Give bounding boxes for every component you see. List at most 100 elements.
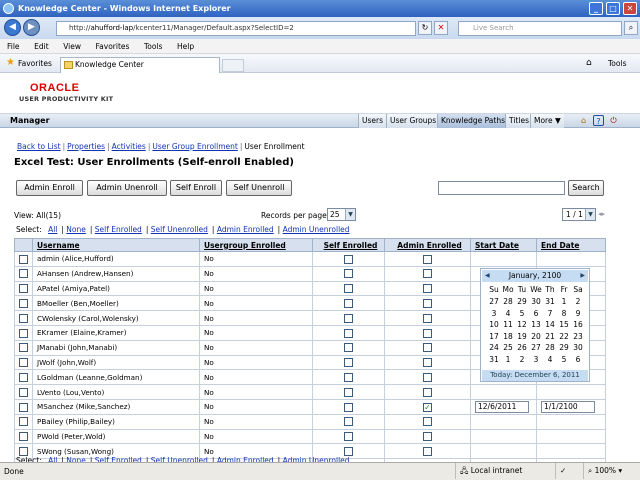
row-select-checkbox[interactable] xyxy=(19,254,28,264)
admin-enrolled-checkbox[interactable] xyxy=(423,358,432,368)
search-input[interactable] xyxy=(438,181,565,195)
select-self-unenrolled-link[interactable]: Self Unenrolled xyxy=(151,225,208,234)
calendar-day[interactable]: 19 xyxy=(515,332,529,342)
calendar-day[interactable]: 7 xyxy=(543,309,557,319)
calendar-day[interactable]: 29 xyxy=(557,343,571,353)
calendar-day[interactable]: 11 xyxy=(501,320,515,330)
back-arrow-icon[interactable]: ◀ xyxy=(4,19,21,36)
calendar-day[interactable]: 15 xyxy=(557,320,571,330)
row-select-checkbox[interactable] xyxy=(19,269,28,279)
self-enrolled-checkbox[interactable] xyxy=(344,269,353,279)
address-input[interactable]: http://ahufford-lap/kcenter11/Manager/De… xyxy=(56,21,416,36)
calendar-day[interactable]: 26 xyxy=(515,343,529,353)
live-search-input[interactable]: Live Search xyxy=(458,21,622,36)
calendar-day[interactable]: 5 xyxy=(557,355,571,365)
calendar-day[interactable]: 13 xyxy=(529,320,543,330)
page-select[interactable]: 1 / 1 ▼ xyxy=(562,208,596,221)
search-button[interactable]: Search xyxy=(568,180,604,196)
calendar-day[interactable]: 20 xyxy=(529,332,543,342)
self-enrolled-checkbox[interactable] xyxy=(344,373,353,383)
tools-menu[interactable]: Tools xyxy=(608,54,626,73)
row-select-checkbox[interactable] xyxy=(19,343,28,353)
records-per-page-select[interactable]: 25 ▼ xyxy=(327,208,356,221)
row-select-checkbox[interactable] xyxy=(19,417,28,427)
admin-enrolled-checkbox[interactable] xyxy=(423,343,432,353)
self-enrolled-checkbox[interactable] xyxy=(344,387,353,397)
forward-arrow-icon[interactable]: ▶ xyxy=(23,19,40,36)
menu-view[interactable]: View xyxy=(63,39,81,54)
self-enroll-button[interactable]: Self Enroll xyxy=(170,180,222,196)
row-select-checkbox[interactable] xyxy=(19,432,28,442)
row-select-checkbox[interactable] xyxy=(19,284,28,294)
admin-enrolled-checkbox[interactable] xyxy=(423,299,432,309)
home-icon[interactable]: ⌂ xyxy=(586,58,592,68)
admin-enrolled-checkbox[interactable] xyxy=(423,313,432,323)
help-icon[interactable]: ? xyxy=(593,115,604,126)
menu-tools[interactable]: Tools xyxy=(144,39,162,54)
date-picker-calendar[interactable]: ◀ January, 2100 ▶ Su Mo Tu We Th Fr Sa 27 28 29 30… xyxy=(480,268,590,382)
admin-enrolled-checkbox[interactable] xyxy=(423,387,432,397)
calendar-day[interactable]: 9 xyxy=(571,309,585,319)
header-self-enrolled[interactable]: Self Enrolled xyxy=(312,238,385,252)
calendar-day[interactable]: 28 xyxy=(543,343,557,353)
calendar-day[interactable]: 10 xyxy=(487,320,501,330)
calendar-day[interactable]: 4 xyxy=(501,309,515,319)
menu-file[interactable]: File xyxy=(7,39,20,54)
refresh-icon[interactable]: ↻ xyxy=(418,21,432,35)
calendar-day[interactable]: 3 xyxy=(529,355,543,365)
calendar-day[interactable]: 12 xyxy=(515,320,529,330)
calendar-day[interactable]: 24 xyxy=(487,343,501,353)
self-enrolled-checkbox[interactable] xyxy=(344,284,353,294)
zoom-level[interactable]: ⌕ 100% ▾ xyxy=(583,463,640,479)
self-enrolled-checkbox[interactable] xyxy=(344,417,353,427)
start-date-input[interactable]: 12/6/2011 xyxy=(475,400,529,413)
tab-knowledge-paths[interactable]: Knowledge Paths xyxy=(437,114,508,128)
admin-unenroll-button[interactable]: Admin Unenroll xyxy=(87,180,167,196)
calendar-day[interactable]: 6 xyxy=(571,355,585,365)
header-usergroup-enrolled[interactable]: Usergroup Enrolled xyxy=(199,238,313,252)
breadcrumb-back-to-list[interactable]: Back to List xyxy=(17,142,61,151)
admin-enroll-button[interactable]: Admin Enroll xyxy=(16,180,83,196)
next-month-icon[interactable]: ▶ xyxy=(580,270,585,282)
pager-arrows[interactable]: ◂▸ xyxy=(598,210,605,218)
admin-enrolled-checkbox[interactable] xyxy=(423,373,432,383)
stop-icon[interactable]: ✕ xyxy=(434,21,448,35)
calendar-day[interactable]: 31 xyxy=(543,297,557,307)
calendar-day[interactable]: 18 xyxy=(501,332,515,342)
self-enrolled-checkbox[interactable] xyxy=(344,254,353,264)
row-select-checkbox[interactable] xyxy=(19,313,28,323)
row-select-checkbox[interactable] xyxy=(19,402,28,412)
maximize-button[interactable]: □ xyxy=(606,2,620,15)
calendar-day[interactable]: 6 xyxy=(529,309,543,319)
self-enrolled-checkbox[interactable] xyxy=(344,402,353,412)
calendar-day[interactable]: 28 xyxy=(501,297,515,307)
breadcrumb-user-group-enrollment[interactable]: User Group Enrollment xyxy=(152,142,237,151)
admin-enrolled-checkbox[interactable] xyxy=(423,417,432,427)
calendar-day[interactable]: 2 xyxy=(515,355,529,365)
select-all-link[interactable]: All xyxy=(48,225,57,234)
calendar-day[interactable]: 27 xyxy=(529,343,543,353)
menu-help[interactable]: Help xyxy=(177,39,194,54)
row-select-checkbox[interactable] xyxy=(19,358,28,368)
calendar-day[interactable]: 2 xyxy=(571,297,585,307)
prev-month-icon[interactable]: ◀ xyxy=(485,270,490,282)
calendar-day[interactable]: 30 xyxy=(529,297,543,307)
favorites-button[interactable]: Favorites xyxy=(18,59,52,68)
calendar-today-link[interactable]: Today: December 6, 2011 xyxy=(482,370,588,381)
self-enrolled-checkbox[interactable] xyxy=(344,328,353,338)
tab-users[interactable]: Users xyxy=(358,114,387,128)
admin-enrolled-checkbox[interactable] xyxy=(423,432,432,442)
minimize-button[interactable]: _ xyxy=(589,2,603,15)
tab-more[interactable]: More ▼ xyxy=(530,114,564,128)
admin-enrolled-checkbox[interactable] xyxy=(423,269,432,279)
self-enrolled-checkbox[interactable] xyxy=(344,447,353,456)
admin-enrolled-checkbox[interactable] xyxy=(423,254,432,264)
calendar-day[interactable]: 22 xyxy=(557,332,571,342)
calendar-day[interactable]: 3 xyxy=(487,309,501,319)
calendar-day[interactable]: 23 xyxy=(571,332,585,342)
calendar-day[interactable]: 30 xyxy=(571,343,585,353)
calendar-day[interactable]: 17 xyxy=(487,332,501,342)
calendar-day[interactable]: 1 xyxy=(501,355,515,365)
admin-enrolled-checkbox[interactable] xyxy=(423,284,432,294)
search-icon[interactable]: ⌕ xyxy=(624,21,638,35)
